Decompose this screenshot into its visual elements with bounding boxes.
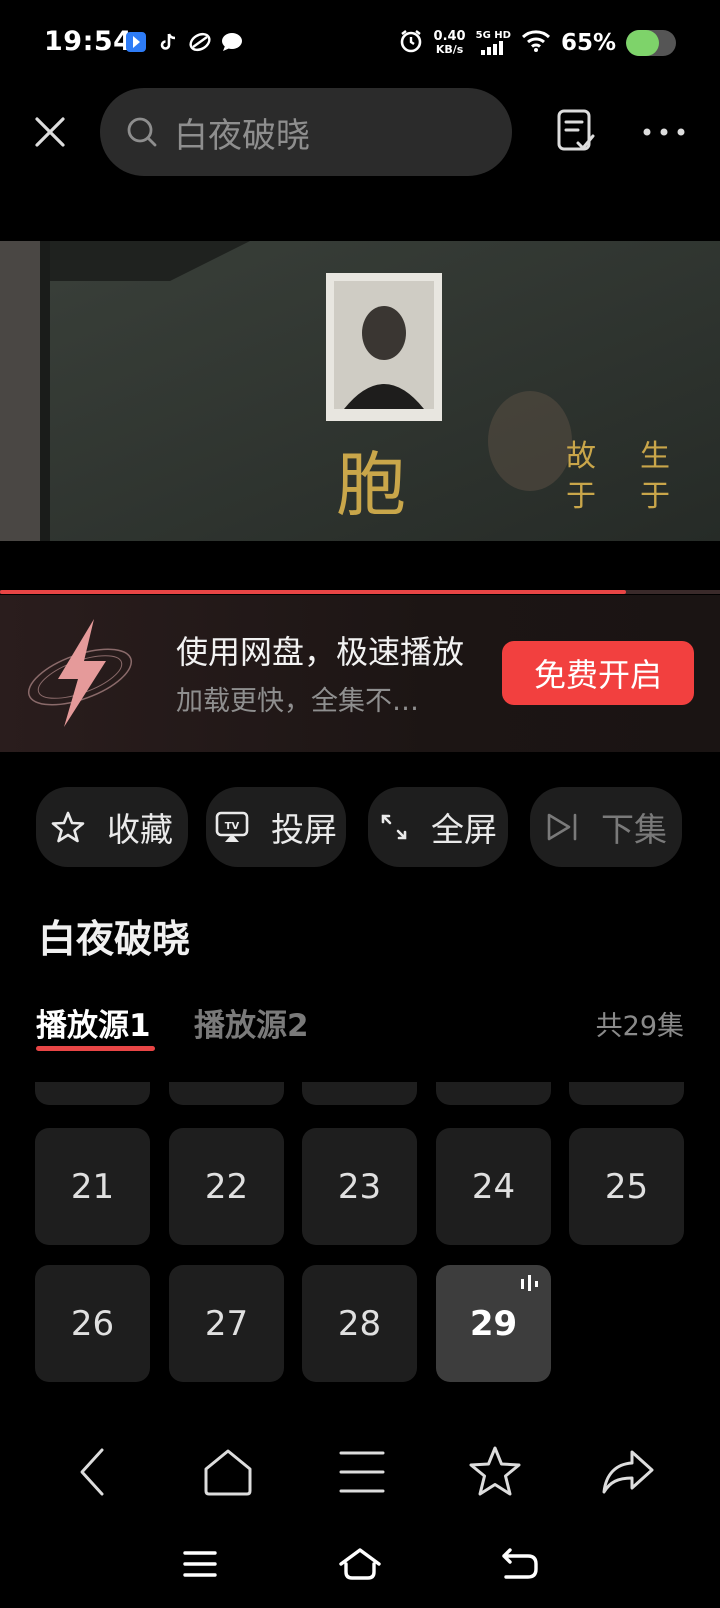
search-query: 白夜破晓 <box>174 115 310 156</box>
share-icon <box>602 1450 654 1494</box>
next-episode-icon <box>547 813 577 841</box>
tiktok-icon <box>156 30 180 54</box>
more-dots-icon <box>643 128 685 136</box>
fullscreen-icon <box>381 814 407 840</box>
status-bar: 19:54 0.40 KB/s 5G HD 65% <box>0 0 720 88</box>
video-player[interactable]: 胞 故于 生于 <box>0 241 720 541</box>
more-button[interactable] <box>640 108 688 156</box>
frame-text-col1: 故于 <box>566 439 596 514</box>
episode-tile[interactable]: 23 <box>302 1128 417 1245</box>
browser-toolbar <box>0 1432 720 1512</box>
svg-text:TV: TV <box>225 821 240 832</box>
fullscreen-button[interactable]: 全屏 <box>368 787 508 867</box>
episode-tile-partial[interactable] <box>302 1082 417 1105</box>
frame-text-left: 胞 <box>336 444 406 526</box>
video-progress-fill <box>0 590 627 594</box>
episode-tile[interactable]: 22 <box>169 1128 284 1245</box>
bookmark-button[interactable] <box>455 1432 535 1512</box>
episode-tile-partial[interactable] <box>169 1082 284 1105</box>
show-title: 白夜破晓 <box>38 917 191 961</box>
tab-source-2[interactable]: 播放源2 <box>194 1000 309 1045</box>
episode-tile-partial[interactable] <box>569 1082 684 1105</box>
wifi-icon <box>521 29 551 57</box>
free-enable-button[interactable]: 免费开启 <box>502 641 694 705</box>
tab-source-1[interactable]: 播放源1 <box>36 1000 151 1045</box>
notes-button[interactable] <box>556 108 604 156</box>
episode-tile-partial[interactable] <box>436 1082 551 1105</box>
status-time: 19:54 <box>44 26 133 57</box>
star-icon <box>51 811 85 843</box>
home-icon <box>204 1449 252 1496</box>
top-bar: 白夜破晓 <box>0 86 720 178</box>
cast-button[interactable]: TV 投屏 <box>206 787 346 867</box>
menu-icon <box>339 1451 385 1493</box>
episode-tile[interactable]: 24 <box>436 1128 551 1245</box>
video-progress-bar[interactable] <box>0 590 720 594</box>
episode-number: 29 <box>469 1303 518 1344</box>
search-icon <box>127 117 157 147</box>
menu-button[interactable] <box>322 1432 402 1512</box>
search-input[interactable]: 白夜破晓 <box>100 88 512 176</box>
cell-signal: 5G HD <box>476 31 511 55</box>
system-home-button[interactable] <box>330 1534 390 1594</box>
episode-tile[interactable]: 27 <box>169 1265 284 1382</box>
active-tab-underline <box>36 1046 155 1051</box>
back-icon <box>80 1448 104 1496</box>
battery-percent: 65% <box>560 30 616 56</box>
source-tabs: 播放源1 播放源2 共29集 <box>36 1000 684 1060</box>
back-button[interactable] <box>54 1432 134 1512</box>
cloud-drive-promo: 使用网盘，极速播放 加载更快，全集不… 免费开启 <box>0 595 720 752</box>
favorite-button[interactable]: 收藏 <box>36 787 188 867</box>
signal-bars-icon <box>481 41 504 55</box>
back-icon <box>502 1548 538 1579</box>
episode-tile[interactable]: 26 <box>35 1265 150 1382</box>
alarm-icon <box>398 28 424 58</box>
tv-cast-icon: TV <box>215 811 249 842</box>
episode-count: 共29集 <box>595 1011 684 1042</box>
net-speed: 0.40 KB/s <box>433 29 466 56</box>
star-icon <box>469 1446 521 1496</box>
battery-icon <box>626 30 676 56</box>
close-button[interactable] <box>26 108 74 156</box>
close-icon <box>35 117 65 147</box>
episode-tile[interactable]: 28 <box>302 1265 417 1382</box>
system-back-button[interactable] <box>490 1534 550 1594</box>
recents-button[interactable] <box>170 1534 230 1594</box>
home-icon <box>339 1548 381 1580</box>
episode-tile-partial[interactable] <box>35 1082 150 1105</box>
action-bar: 收藏 TV 投屏 全屏 下集 <box>36 787 684 867</box>
promo-title: 使用网盘，极速播放 <box>176 633 465 671</box>
lightning-icon <box>27 619 133 727</box>
app-icon <box>188 30 212 54</box>
maps-icon <box>124 30 148 54</box>
status-right: 0.40 KB/s 5G HD 65% <box>398 28 676 58</box>
frame-text-col2: 生于 <box>640 439 670 514</box>
now-playing-icon <box>521 1275 538 1291</box>
home-button[interactable] <box>188 1432 268 1512</box>
menu-icon <box>183 1551 217 1577</box>
share-button[interactable] <box>588 1432 668 1512</box>
episode-tile[interactable]: 21 <box>35 1128 150 1245</box>
episode-tile[interactable]: 25 <box>569 1128 684 1245</box>
notes-check-icon <box>557 109 595 151</box>
promo-subtitle: 加载更快，全集不… <box>176 686 419 717</box>
episode-tile-current[interactable]: 29 <box>436 1265 551 1382</box>
notification-icons <box>124 30 244 54</box>
next-episode-button[interactable]: 下集 <box>530 787 682 867</box>
episode-grid: 21 22 23 24 25 26 27 28 29 <box>0 1082 720 1400</box>
chat-icon <box>220 30 244 54</box>
system-navigation <box>0 1530 720 1600</box>
battery-level <box>626 30 659 56</box>
